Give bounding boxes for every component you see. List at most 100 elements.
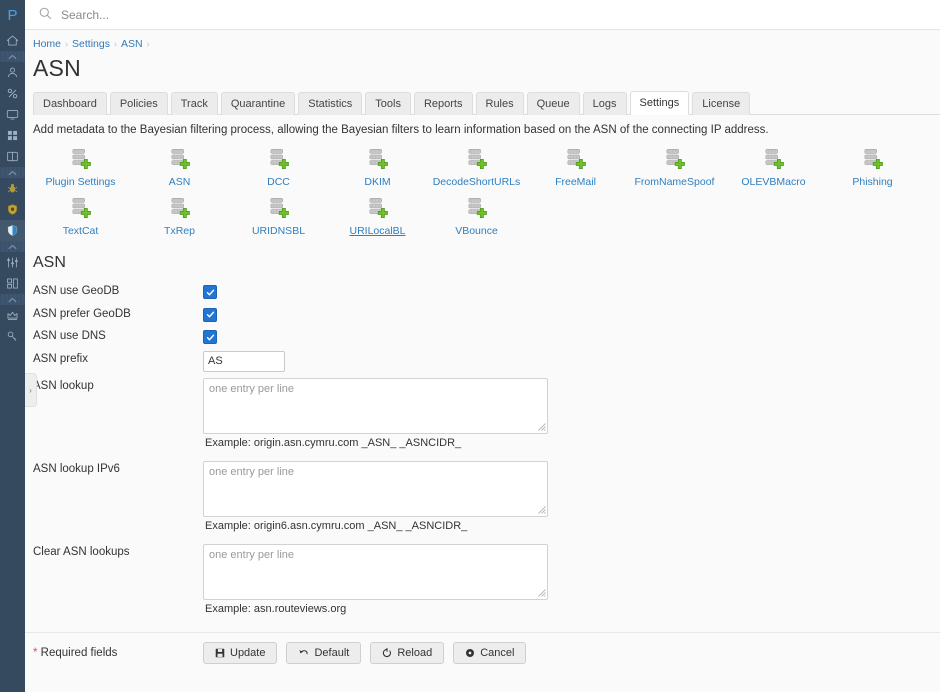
home-icon [6,34,19,47]
sidebar-item-users[interactable] [0,62,25,83]
chevron-up-icon [8,244,17,250]
plugin-link-olevbmacro[interactable]: OLEVBMacro [724,142,823,191]
page-title: ASN [33,55,81,81]
input-asn-prefix[interactable] [203,350,285,372]
app-root: P › Home›Settings›ASN› ASN DashboardPoli… [0,0,940,692]
search-box[interactable] [39,6,323,23]
breadcrumb: Home › Settings › ASN › [25,30,940,50]
field-control: Example: origin.asn.cymru.com _ASN_ _ASN… [203,377,932,455]
breadcrumb-item-asn[interactable]: ASN [121,38,143,50]
plugin-label: FreeMail [555,176,596,188]
field-control [203,283,932,300]
plugin-link-dkim[interactable]: DKIM [328,142,427,191]
plugin-label: URIDNSBL [251,225,306,237]
reload-button[interactable]: Reload [370,641,445,664]
sidebar-item-threats[interactable] [0,178,25,199]
tab-queue[interactable]: Queue [526,92,580,115]
plugin-add-icon [169,148,191,172]
plugin-label: OLEVBMacro [741,176,806,188]
sidebar-item-home[interactable] [0,30,25,51]
sidebar-item-rates[interactable] [0,83,25,104]
breadcrumb-item-home[interactable]: Home [33,38,61,50]
sidebar-group-collapse-7[interactable] [0,167,25,178]
tab-settings[interactable]: Settings [629,91,690,115]
plugin-add-icon [763,148,785,172]
breadcrumb-separator: › [146,39,150,49]
textarea-asn-lookup-ipv6[interactable] [203,460,548,517]
default-button[interactable]: Default [286,641,362,664]
sidebar-item-keys[interactable] [0,326,25,347]
sidebar-collapse-handle[interactable]: › [25,373,37,407]
plugin-link-plugin-settings[interactable]: Plugin Settings [31,142,130,191]
book-icon [6,150,19,163]
plugin-link-dcc[interactable]: DCC [229,142,328,191]
user-icon [6,66,19,79]
tab-statistics[interactable]: Statistics [298,92,363,115]
plugin-link-txrep[interactable]: TxRep [130,191,229,240]
sidebar-item-antivirus[interactable] [0,199,25,220]
plugin-link-decodeshorturls[interactable]: DecodeShortURLs [427,142,526,191]
form-row: ASN prefer GeoDB [25,303,940,326]
plugin-link-fromnamespoof[interactable]: FromNameSpoof [625,142,724,191]
sidebar-item-monitor[interactable] [0,104,25,125]
sidebar-group-collapse-14[interactable] [0,294,25,305]
settings-form: ASN use GeoDB ASN prefer GeoDB ASN use DNS… [25,280,940,624]
tab-rules[interactable]: Rules [475,92,524,115]
breadcrumb-separator: › [113,39,117,49]
plugin-link-uridnsbl[interactable]: URIDNSBL [229,191,328,240]
checkbox-asn-prefer-geodb[interactable] [203,307,217,322]
main-area: Home›Settings›ASN› ASN DashboardPolicies… [25,0,940,692]
field-label: ASN prefix [33,352,88,365]
form-buttons: Update Default Reload Cancel [203,641,527,664]
search-input[interactable] [59,6,323,23]
checkbox-asn-use-dns[interactable] [203,330,217,344]
tab-dashboard[interactable]: Dashboard [33,92,107,115]
tab-policies[interactable]: Policies [109,92,168,115]
chevron-up-icon [8,297,17,303]
breadcrumb-separator: › [65,39,69,49]
update-button[interactable]: Update [203,641,278,664]
plugin-link-phishing[interactable]: Phishing [823,142,922,191]
tab-logs[interactable]: Logs [582,92,627,115]
chevron-up-icon [8,170,17,176]
cancel-button[interactable]: Cancel [453,641,527,664]
breadcrumb-item-settings[interactable]: Settings [72,38,110,50]
section-title: ASN [33,254,66,271]
button-label: Reload [397,646,433,659]
plugin-link-vbounce[interactable]: VBounce [427,191,526,240]
plugin-link-textcat[interactable]: TextCat [31,191,130,240]
plugin-add-icon [664,148,686,172]
field-hint: Example: origin6.asn.cymru.com _ASN_ _AS… [205,519,468,532]
sidebar-item-apps[interactable] [0,125,25,146]
sidebar-item-settings[interactable] [0,252,25,273]
plugin-label: DKIM [364,176,391,188]
search-icon [39,7,52,23]
plugin-label: Plugin Settings [45,176,116,188]
tab-track[interactable]: Track [170,92,218,115]
required-fields-note: * Required fields [33,647,203,659]
plugin-link-asn[interactable]: ASN [130,142,229,191]
field-label: ASN lookup IPv6 [33,462,120,475]
app-logo[interactable]: P [0,0,25,30]
form-row: ASN lookup Example: origin.asn.cymru.com … [25,375,940,458]
sidebar-group-collapse-1[interactable] [0,51,25,62]
sidebar-item-docs[interactable] [0,146,25,167]
tab-reports[interactable]: Reports [413,92,473,115]
checkbox-asn-use-geodb[interactable] [203,285,217,299]
textarea-asn-lookup[interactable] [203,377,548,434]
tab-quarantine[interactable]: Quarantine [220,92,296,115]
button-label: Update [230,646,266,659]
sidebar-item-license[interactable] [0,305,25,326]
textarea-clear-asn-lookups[interactable] [203,543,548,600]
plugin-link-urilocalbl[interactable]: URILocalBL [328,191,427,240]
tab-tools[interactable]: Tools [365,92,411,115]
plugin-add-icon [862,148,884,172]
sidebar-group-collapse-11[interactable] [0,241,25,252]
field-label: ASN prefer GeoDB [33,307,131,320]
sidebar-item-protection[interactable] [0,220,25,241]
sidebar-item-layout[interactable] [0,273,25,294]
virus-shield-icon [6,203,19,216]
form-row: ASN use DNS [25,325,940,348]
tab-license[interactable]: License [692,92,751,115]
plugin-link-freemail[interactable]: FreeMail [526,142,625,191]
